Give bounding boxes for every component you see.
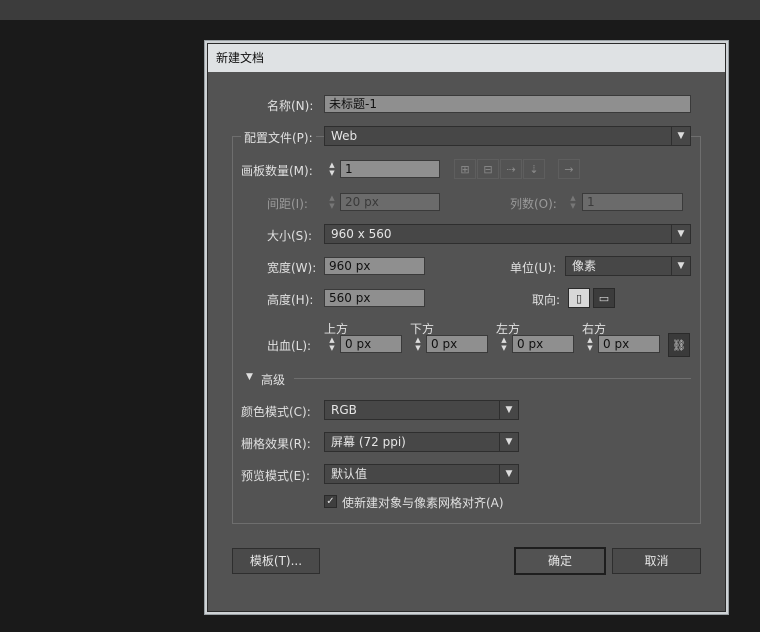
units-label: 单位(U): <box>510 261 557 275</box>
align-pixel-checkbox[interactable]: ✓ <box>324 495 337 508</box>
spin-down-icon: ▼ <box>570 202 576 210</box>
columns-input[interactable]: 1 <box>582 193 683 211</box>
raster-effects-label: 栅格效果(R): <box>241 437 311 451</box>
new-document-dialog: 新建文档 名称(N): 未标题-1 配置文件(P): Web ▼ 画板数量(M)… <box>207 43 726 612</box>
ok-button[interactable]: 确定 <box>514 547 606 575</box>
spin-down-icon: ▼ <box>329 169 335 177</box>
link-icon[interactable]: ⛓ <box>668 333 690 357</box>
landscape-icon[interactable]: ▭ <box>593 288 615 308</box>
color-mode-label: 颜色模式(C): <box>241 405 311 419</box>
advanced-toggle-icon[interactable]: ▼ <box>246 372 253 382</box>
chevron-down-icon: ▼ <box>671 225 690 243</box>
right-to-left-icon[interactable]: → <box>558 159 580 179</box>
spin-up-icon: ▲ <box>501 336 507 344</box>
size-dropdown[interactable]: 960 x 560 ▼ <box>324 224 691 244</box>
height-label: 高度(H): <box>267 293 314 307</box>
bleed-bottom-stepper[interactable]: ▲ ▼ <box>411 335 425 353</box>
spin-up-icon: ▲ <box>415 336 421 344</box>
size-value: 960 x 560 <box>331 227 392 241</box>
units-dropdown[interactable]: 像素 ▼ <box>565 256 691 276</box>
bleed-left-stepper[interactable]: ▲ ▼ <box>497 335 511 353</box>
preview-mode-value: 默认值 <box>331 467 368 481</box>
color-mode-value: RGB <box>331 403 357 417</box>
spin-up-icon: ▲ <box>570 194 576 202</box>
portrait-icon[interactable]: ▯ <box>568 288 590 308</box>
height-input[interactable]: 560 px <box>324 289 425 307</box>
width-input[interactable]: 960 px <box>324 257 425 275</box>
grid-by-row-icon[interactable]: ⊞ <box>454 159 476 179</box>
advanced-label[interactable]: 高级 <box>261 371 285 388</box>
name-label: 名称(N): <box>267 99 314 113</box>
raster-effects-dropdown[interactable]: 屏幕 (72 ppi) ▼ <box>324 432 519 452</box>
spin-down-icon: ▼ <box>329 344 335 352</box>
bleed-bottom-input[interactable]: 0 px <box>426 335 488 353</box>
artboards-input[interactable]: 1 <box>340 160 440 178</box>
chevron-down-icon: ▼ <box>499 433 518 451</box>
chevron-down-icon: ▼ <box>499 401 518 419</box>
chevron-down-icon: ▼ <box>671 127 690 145</box>
orientation-label: 取向: <box>532 293 561 307</box>
bleed-left-input[interactable]: 0 px <box>512 335 574 353</box>
chevron-down-icon: ▼ <box>499 465 518 483</box>
units-value: 像素 <box>572 259 597 273</box>
bleed-top-input[interactable]: 0 px <box>340 335 402 353</box>
spin-up-icon: ▲ <box>329 194 335 202</box>
spacing-label: 间距(I): <box>267 197 308 211</box>
width-label: 宽度(W): <box>267 261 317 275</box>
bleed-label: 出血(L): <box>267 339 312 353</box>
arrange-by-row-icon[interactable]: ⇢ <box>500 159 522 179</box>
bleed-right-input[interactable]: 0 px <box>598 335 660 353</box>
name-input[interactable]: 未标题-1 <box>324 95 691 113</box>
size-label: 大小(S): <box>267 229 313 243</box>
spacing-stepper[interactable]: ▲ ▼ <box>325 193 339 211</box>
spin-up-icon: ▲ <box>587 336 593 344</box>
columns-label: 列数(O): <box>510 197 557 211</box>
profile-value: Web <box>331 129 358 143</box>
bleed-right-stepper[interactable]: ▲ ▼ <box>583 335 597 353</box>
advanced-divider <box>294 378 691 379</box>
profile-label: 配置文件(P): <box>241 129 316 146</box>
dialog-title: 新建文档 <box>208 44 725 72</box>
columns-stepper[interactable]: ▲ ▼ <box>566 193 580 211</box>
align-pixel-label[interactable]: 使新建对象与像素网格对齐(A) <box>342 494 504 511</box>
preview-mode-label: 预览模式(E): <box>241 469 310 483</box>
grid-by-column-icon[interactable]: ⊟ <box>477 159 499 179</box>
color-mode-dropdown[interactable]: RGB ▼ <box>324 400 519 420</box>
spin-up-icon: ▲ <box>329 336 335 344</box>
spin-down-icon: ▼ <box>501 344 507 352</box>
spin-down-icon: ▼ <box>415 344 421 352</box>
chevron-down-icon: ▼ <box>671 257 690 275</box>
cancel-button[interactable]: 取消 <box>612 548 701 574</box>
spin-up-icon: ▲ <box>329 161 335 169</box>
app-top-bar <box>0 0 760 20</box>
artboards-stepper[interactable]: ▲ ▼ <box>325 160 339 178</box>
arrange-by-column-icon[interactable]: ⇣ <box>523 159 545 179</box>
bleed-top-stepper[interactable]: ▲ ▼ <box>325 335 339 353</box>
templates-button[interactable]: 模板(T)... <box>232 548 320 574</box>
raster-effects-value: 屏幕 (72 ppi) <box>331 435 406 449</box>
spin-down-icon: ▼ <box>587 344 593 352</box>
spacing-input[interactable]: 20 px <box>340 193 440 211</box>
spin-down-icon: ▼ <box>329 202 335 210</box>
profile-dropdown[interactable]: Web ▼ <box>324 126 691 146</box>
artboards-label: 画板数量(M): <box>241 164 313 178</box>
preview-mode-dropdown[interactable]: 默认值 ▼ <box>324 464 519 484</box>
